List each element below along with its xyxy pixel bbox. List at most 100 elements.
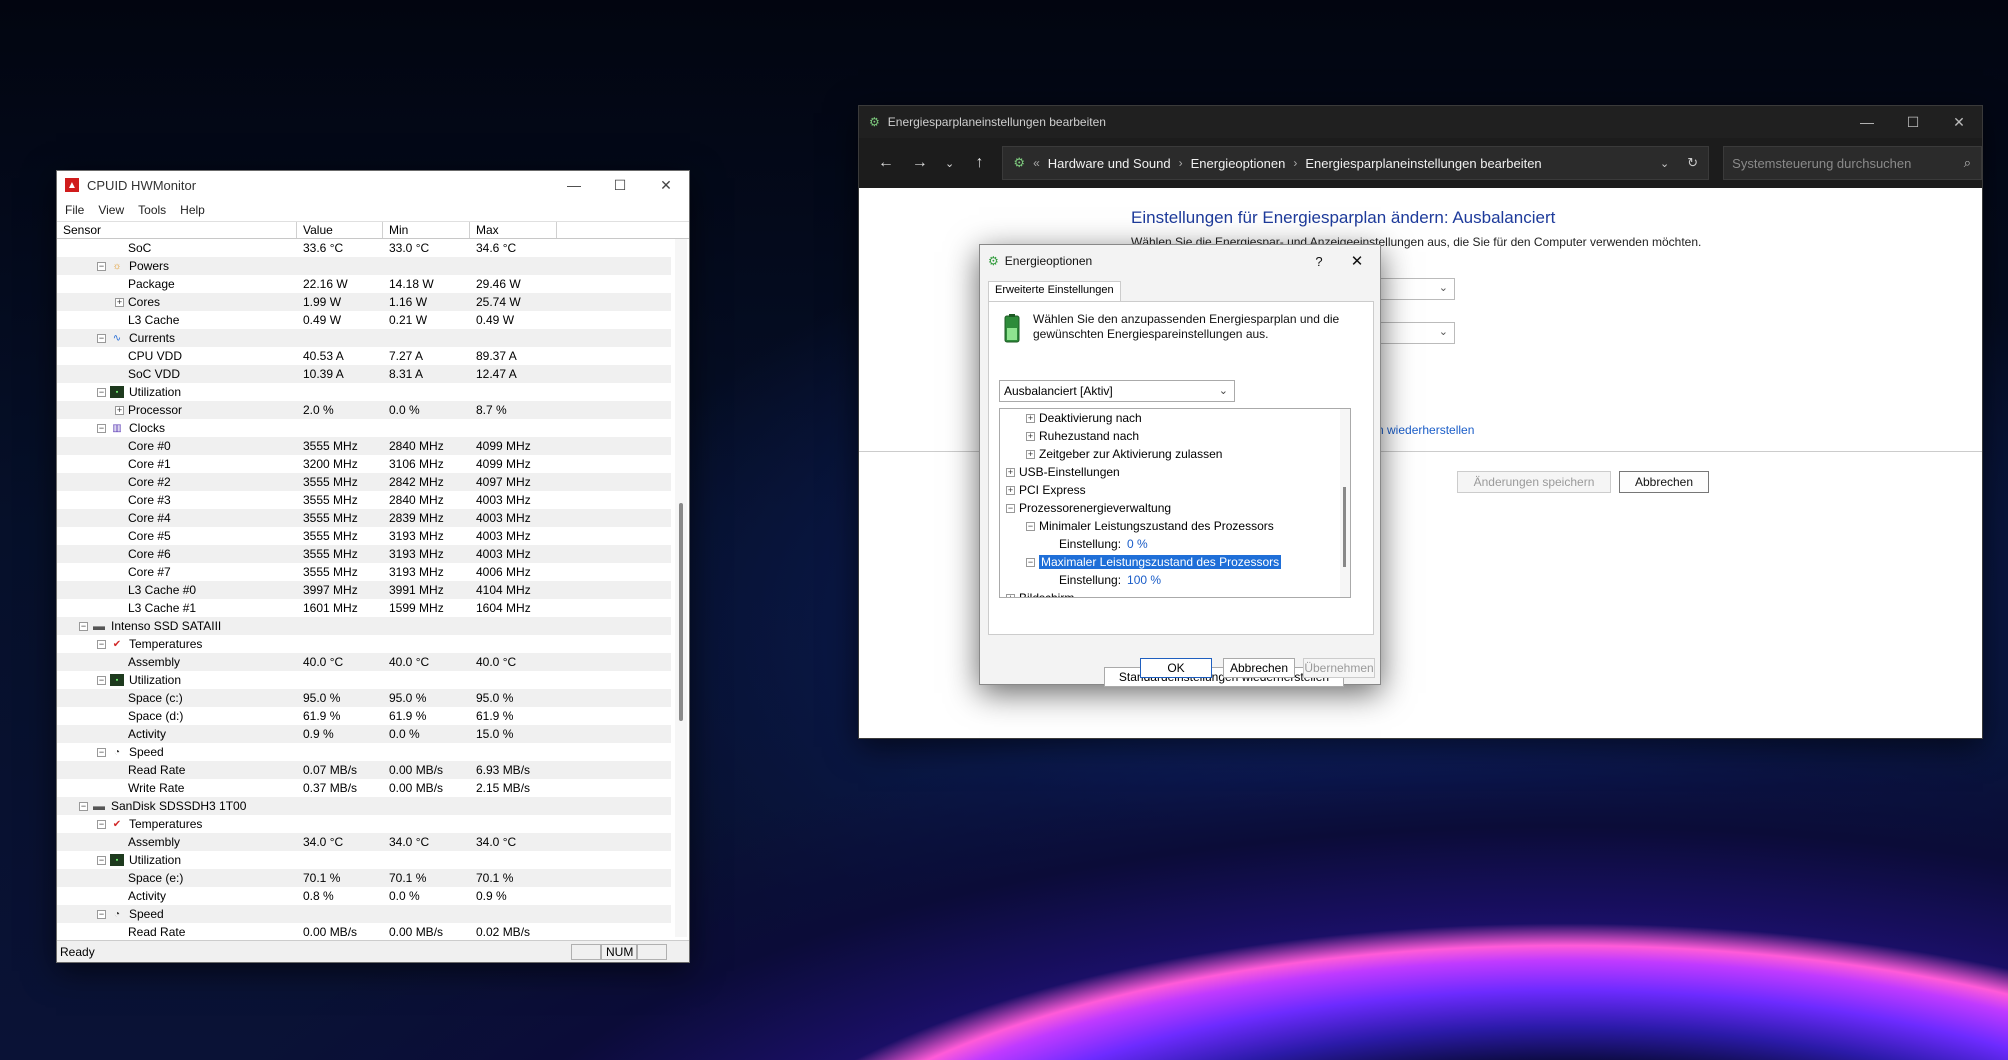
hwmonitor-titlebar[interactable]: ▲ CPUID HWMonitor — ☐ ✕	[57, 171, 689, 199]
table-row[interactable]: SoC 33.6 °C 33.0 °C 34.6 °C	[57, 239, 671, 257]
help-icon[interactable]: ?	[1304, 254, 1334, 269]
back-arrow-icon[interactable]: ←	[869, 154, 903, 172]
apply-button[interactable]: Übernehmen	[1303, 658, 1375, 678]
breadcrumb-separator-icon[interactable]: ›	[1179, 156, 1183, 170]
collapse-icon[interactable]: −	[97, 819, 106, 829]
ok-button[interactable]: OK	[1140, 658, 1212, 678]
table-row[interactable]: − ▬ Intenso SSD SATAIII	[57, 617, 671, 635]
expand-icon[interactable]: +	[1006, 593, 1015, 597]
tab-advanced-settings[interactable]: Erweiterte Einstellungen	[988, 281, 1121, 301]
search-input[interactable]: Systemsteuerung durchsuchen ⌕	[1723, 146, 1982, 180]
tree-item[interactable]: + PCI Express	[1000, 481, 1350, 499]
expand-icon[interactable]: +	[1026, 431, 1035, 441]
menu-view[interactable]: View	[98, 203, 124, 217]
table-row[interactable]: − ▪ Utilization	[57, 671, 671, 689]
tree-item[interactable]: − Minimaler Leistungszustand des Prozesso…	[1000, 517, 1350, 535]
collapse-icon[interactable]: −	[1026, 557, 1035, 567]
table-row[interactable]: Package 22.16 W 14.18 W 29.46 W	[57, 275, 671, 293]
table-row[interactable]: − ◔ Speed	[57, 905, 671, 923]
tree-item[interactable]: − Maximaler Leistungszustand des Prozesso…	[1000, 553, 1350, 571]
collapse-icon[interactable]: −	[97, 333, 106, 343]
table-row[interactable]: Core #3 3555 MHz 2840 MHz 4003 MHz	[57, 491, 671, 509]
table-row[interactable]: − ▬ SanDisk SDSSDH3 1T00	[57, 797, 671, 815]
expand-icon[interactable]: +	[115, 405, 124, 415]
table-row[interactable]: Core #6 3555 MHz 3193 MHz 4003 MHz	[57, 545, 671, 563]
menu-help[interactable]: Help	[180, 203, 205, 217]
breadcrumb-energy[interactable]: Energieoptionen	[1191, 156, 1286, 171]
tree-item[interactable]: − Prozessorenergieverwaltung	[1000, 499, 1350, 517]
table-row[interactable]: Core #7 3555 MHz 3193 MHz 4006 MHz	[57, 563, 671, 581]
collapse-icon[interactable]: −	[97, 909, 106, 919]
table-row[interactable]: L3 Cache #0 3997 MHz 3991 MHz 4104 MHz	[57, 581, 671, 599]
tree-item[interactable]: Einstellung: 100 %	[1000, 571, 1350, 589]
collapse-icon[interactable]: −	[79, 801, 88, 811]
table-row[interactable]: Activity 0.9 % 0.0 % 15.0 %	[57, 725, 671, 743]
table-row[interactable]: Space (d:) 61.9 % 61.9 % 61.9 %	[57, 707, 671, 725]
collapse-icon[interactable]: −	[97, 855, 106, 865]
recent-chevron-icon[interactable]: ⌄	[937, 157, 963, 170]
maximize-icon[interactable]: ☐	[1890, 106, 1936, 138]
dialog-titlebar[interactable]: ⚙ Energieoptionen ? ✕	[980, 245, 1380, 277]
collapse-icon[interactable]: −	[97, 639, 106, 649]
table-row[interactable]: − ∿ Currents	[57, 329, 671, 347]
tree-item[interactable]: + Zeitgeber zur Aktivierung zulassen	[1000, 445, 1350, 463]
setting-value-link[interactable]: 100 %	[1127, 573, 1161, 587]
close-icon[interactable]: ✕	[643, 171, 689, 199]
tree-item[interactable]: + Ruhezustand nach	[1000, 427, 1350, 445]
table-row[interactable]: L3 Cache #1 1601 MHz 1599 MHz 1604 MHz	[57, 599, 671, 617]
collapse-icon[interactable]: −	[97, 261, 106, 271]
tree-scrollbar[interactable]	[1340, 409, 1350, 597]
table-row[interactable]: CPU VDD 40.53 A 7.27 A 89.37 A	[57, 347, 671, 365]
breadcrumb-edit-plan[interactable]: Energiesparplaneinstellungen bearbeiten	[1305, 156, 1541, 171]
scroll-thumb[interactable]	[679, 503, 683, 721]
address-dropdown-icon[interactable]: ⌄	[1660, 157, 1669, 170]
search-icon[interactable]: ⌕	[1964, 155, 1971, 171]
breadcrumb-hardware[interactable]: Hardware und Sound	[1048, 156, 1171, 171]
collapse-icon[interactable]: −	[97, 423, 106, 433]
column-sensor[interactable]: Sensor	[57, 222, 297, 238]
minimize-icon[interactable]: —	[551, 171, 597, 199]
table-row[interactable]: Space (c:) 95.0 % 95.0 % 95.0 %	[57, 689, 671, 707]
column-max[interactable]: Max	[470, 222, 557, 238]
table-row[interactable]: + Processor 2.0 % 0.0 % 8.7 %	[57, 401, 671, 419]
control-panel-titlebar[interactable]: ⚙ Energiesparplaneinstellungen bearbeite…	[859, 106, 1982, 138]
table-row[interactable]: Write Rate 0.37 MB/s 0.00 MB/s 2.15 MB/s	[57, 779, 671, 797]
table-row[interactable]: Core #0 3555 MHz 2840 MHz 4099 MHz	[57, 437, 671, 455]
close-icon[interactable]: ✕	[1936, 106, 1982, 138]
table-row[interactable]: Read Rate 0.07 MB/s 0.00 MB/s 6.93 MB/s	[57, 761, 671, 779]
refresh-icon[interactable]: ↻	[1687, 155, 1698, 171]
table-row[interactable]: − ▥ Clocks	[57, 419, 671, 437]
tree-item[interactable]: Einstellung: 0 %	[1000, 535, 1350, 553]
breadcrumb-separator-icon[interactable]: ›	[1293, 156, 1297, 170]
table-row[interactable]: Core #5 3555 MHz 3193 MHz 4003 MHz	[57, 527, 671, 545]
forward-arrow-icon[interactable]: →	[903, 154, 937, 172]
table-row[interactable]: Activity 0.8 % 0.0 % 0.9 %	[57, 887, 671, 905]
breadcrumb-overflow-icon[interactable]: «	[1033, 156, 1040, 170]
save-changes-button[interactable]: Änderungen speichern	[1457, 471, 1611, 493]
menu-file[interactable]: File	[65, 203, 84, 217]
cancel-button[interactable]: Abbrechen	[1619, 471, 1709, 493]
vertical-scrollbar[interactable]	[675, 239, 687, 937]
table-row[interactable]: Read Rate 0.00 MB/s 0.00 MB/s 0.02 MB/s	[57, 923, 671, 937]
maximize-icon[interactable]: ☐	[597, 171, 643, 199]
expand-icon[interactable]: +	[1006, 485, 1015, 495]
table-row[interactable]: Assembly 40.0 °C 40.0 °C 40.0 °C	[57, 653, 671, 671]
minimize-icon[interactable]: —	[1844, 106, 1890, 138]
collapse-icon[interactable]: −	[97, 387, 106, 397]
table-row[interactable]: − ✔ Temperatures	[57, 815, 671, 833]
expand-icon[interactable]: +	[115, 297, 124, 307]
table-row[interactable]: − ☼ Powers	[57, 257, 671, 275]
table-row[interactable]: − ✔ Temperatures	[57, 635, 671, 653]
collapse-icon[interactable]: −	[1026, 521, 1035, 531]
sensor-tree[interactable]: SoC 33.6 °C 33.0 °C 34.6 °C − ☼ Powers Package 2…	[57, 239, 671, 937]
table-row[interactable]: L3 Cache 0.49 W 0.21 W 0.49 W	[57, 311, 671, 329]
table-row[interactable]: − ◔ Speed	[57, 743, 671, 761]
table-row[interactable]: Core #2 3555 MHz 2842 MHz 4097 MHz	[57, 473, 671, 491]
power-plan-select[interactable]: Ausbalanciert [Aktiv] ⌄	[999, 380, 1235, 402]
table-row[interactable]: Core #4 3555 MHz 2839 MHz 4003 MHz	[57, 509, 671, 527]
collapse-icon[interactable]: −	[79, 621, 88, 631]
collapse-icon[interactable]: −	[1006, 503, 1015, 513]
tree-item[interactable]: + USB-Einstellungen	[1000, 463, 1350, 481]
table-row[interactable]: SoC VDD 10.39 A 8.31 A 12.47 A	[57, 365, 671, 383]
setting-value-link[interactable]: 0 %	[1127, 537, 1148, 551]
